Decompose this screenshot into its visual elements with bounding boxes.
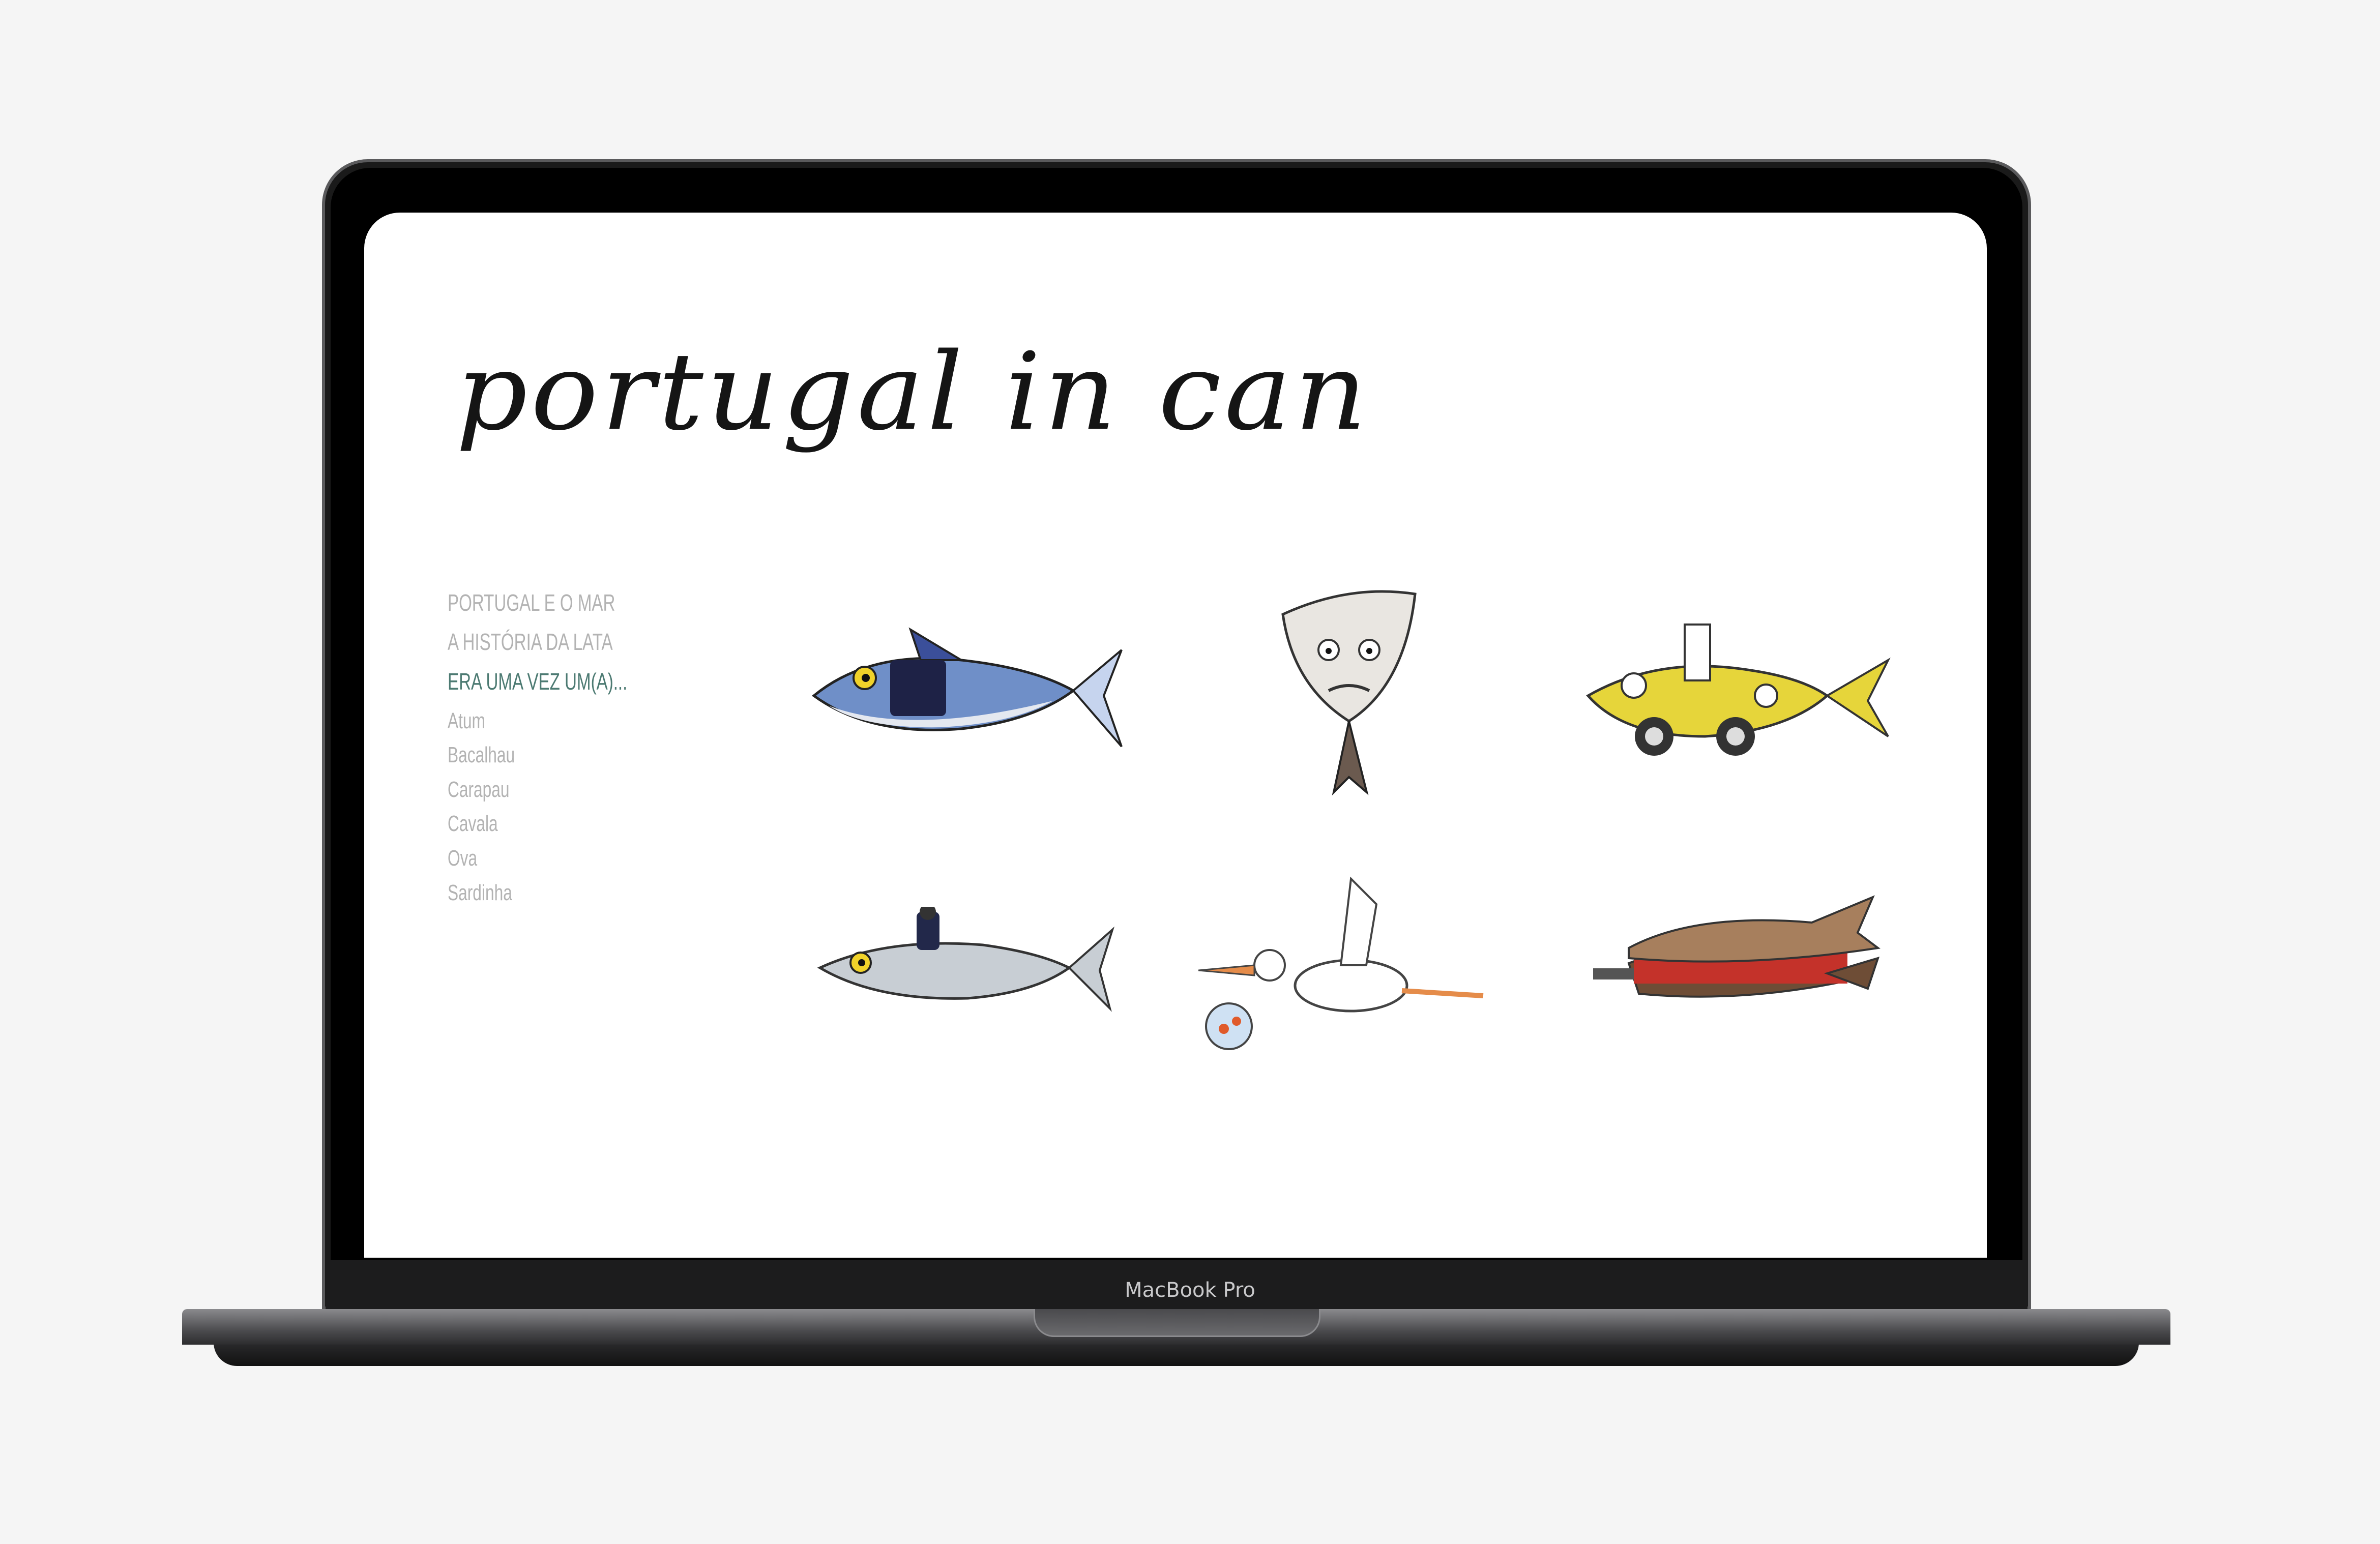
nav-sub-bacalhau[interactable]: Bacalhau: [448, 743, 515, 768]
sardinha-illustration[interactable]: [1593, 892, 1883, 1045]
nav-era-uma-vez[interactable]: ERA UMA VEZ UM(A)...: [448, 668, 627, 695]
nav-sub-sardinha[interactable]: Sardinha: [448, 880, 512, 906]
cavala-illustration[interactable]: [815, 907, 1115, 1019]
nav-sub-cavala[interactable]: Cavala: [448, 811, 498, 837]
nav-portugal-e-o-mar[interactable]: PORTUGAL E O MAR: [448, 589, 615, 616]
laptop-notch: [1034, 1309, 1320, 1337]
nav-sub-carapau[interactable]: Carapau: [448, 777, 510, 803]
website-screen: portugal in can PORTUGAL E O MAR A HISTÓ…: [364, 213, 1987, 1258]
nav-historia-da-lata[interactable]: A HISTÓRIA DA LATA: [448, 628, 613, 656]
device-label: MacBook Pro: [1125, 1279, 1255, 1302]
ova-illustration[interactable]: [1198, 874, 1488, 1052]
tuna-illustration[interactable]: [809, 619, 1124, 767]
carapau-illustration[interactable]: [1583, 614, 1893, 767]
laptop-base-bottom: [214, 1343, 2139, 1366]
site-logo[interactable]: portugal in can: [456, 330, 1370, 454]
nav-sub-atum[interactable]: Atum: [448, 708, 485, 734]
bacalhau-illustration[interactable]: [1273, 584, 1425, 797]
nav-sub-ova[interactable]: Ova: [448, 846, 477, 871]
